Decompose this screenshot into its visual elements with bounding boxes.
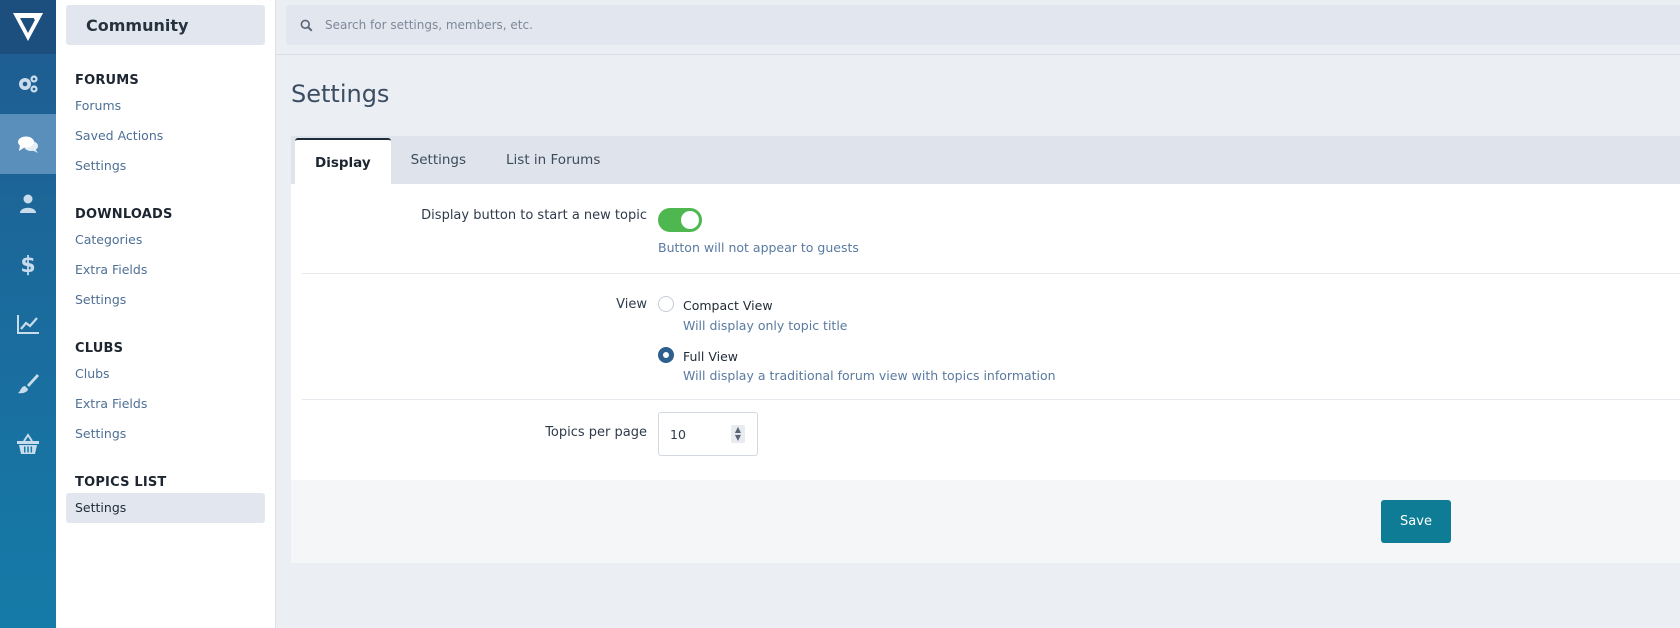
page-title: Settings	[291, 80, 390, 108]
form-row-new-topic: Display button to start a new topic Butt…	[302, 184, 1680, 274]
sidebar-item-forums[interactable]: Forums	[56, 91, 275, 121]
view-label: View	[616, 297, 647, 312]
search-input[interactable]	[325, 18, 925, 32]
gears-icon	[19, 75, 38, 93]
search-icon	[300, 19, 313, 31]
rail-item-marketplace[interactable]	[0, 414, 56, 474]
new-topic-label: Display button to start a new topic	[421, 208, 647, 223]
sidebar-item-club-extra-fields[interactable]: Extra Fields	[56, 389, 275, 419]
rail-item-members[interactable]	[0, 174, 56, 234]
sidebar-item-topics-list-settings[interactable]: Settings	[66, 493, 265, 523]
chevron-down-icon[interactable]: ▼	[735, 434, 741, 442]
full-view-description: Will display a traditional forum view wi…	[683, 368, 1056, 383]
rail-item-community[interactable]	[0, 114, 56, 174]
sidebar-item-club-settings[interactable]: Settings	[56, 419, 275, 449]
form-footer: Save	[291, 480, 1680, 563]
save-button[interactable]: Save	[1381, 500, 1451, 543]
tab-display[interactable]: Display	[295, 138, 391, 184]
basket-icon	[17, 433, 39, 454]
tab-list-in-forums[interactable]: List in Forums	[486, 136, 620, 184]
settings-panel: Display Settings List in Forums Display …	[291, 136, 1680, 563]
sidebar-heading: FORUMS	[75, 73, 139, 88]
new-topic-toggle[interactable]	[658, 208, 702, 232]
sidebar-title: Community	[66, 5, 265, 45]
icon-rail: $	[0, 0, 56, 628]
sidebar-item-download-settings[interactable]: Settings	[56, 285, 275, 315]
rail-item-customization[interactable]	[0, 354, 56, 414]
header-divider	[276, 54, 1680, 55]
compact-view-radio[interactable]	[658, 296, 674, 312]
tab-settings[interactable]: Settings	[391, 136, 486, 184]
sidebar-section-downloads: DOWNLOADS Categories Extra Fields Settin…	[56, 205, 275, 315]
rail-item-system[interactable]	[0, 54, 56, 114]
sidebar-section-clubs: CLUBS Clubs Extra Fields Settings	[56, 339, 275, 449]
chat-bubbles-icon	[18, 136, 38, 153]
sidebar-item-saved-actions[interactable]: Saved Actions	[56, 121, 275, 151]
svg-text:$: $	[20, 253, 35, 276]
per-page-label: Topics per page	[545, 425, 647, 440]
search-bar	[286, 5, 1680, 45]
full-view-radio[interactable]	[658, 347, 674, 363]
sidebar-heading: TOPICS LIST	[75, 475, 167, 490]
chart-line-icon	[17, 315, 39, 334]
user-icon	[20, 194, 36, 213]
sidebar-heading: DOWNLOADS	[75, 207, 173, 222]
sidebar-item-download-extra-fields[interactable]: Extra Fields	[56, 255, 275, 285]
form-row-view: View Compact View Will display only topi…	[302, 274, 1680, 400]
sidebar-heading: CLUBS	[75, 341, 124, 356]
compact-view-description: Will display only topic title	[683, 318, 848, 333]
sidebar-section-topics-list: TOPICS LIST Settings	[56, 473, 275, 523]
sidebar: Community FORUMS Forums Saved Actions Se…	[56, 0, 276, 628]
toggle-knob	[681, 211, 699, 229]
sidebar-item-forum-settings[interactable]: Settings	[56, 151, 275, 181]
full-view-label[interactable]: Full View	[683, 349, 738, 364]
new-topic-description: Button will not appear to guests	[658, 240, 859, 255]
brush-icon	[18, 374, 39, 394]
logo-icon	[13, 13, 43, 41]
app-logo[interactable]	[0, 0, 56, 54]
compact-view-label[interactable]: Compact View	[683, 298, 773, 313]
sidebar-item-clubs[interactable]: Clubs	[56, 359, 275, 389]
form-row-per-page: Topics per page 10 ▲ ▼	[302, 400, 1680, 483]
rail-item-stats[interactable]	[0, 294, 56, 354]
sidebar-item-categories[interactable]: Categories	[56, 225, 275, 255]
sidebar-section-forums: FORUMS Forums Saved Actions Settings	[56, 71, 275, 181]
per-page-value[interactable]: 10	[670, 427, 731, 442]
settings-form: Display button to start a new topic Butt…	[291, 184, 1680, 483]
dollar-icon: $	[20, 253, 35, 276]
quantity-stepper[interactable]: ▲ ▼	[731, 425, 745, 443]
rail-item-commerce[interactable]: $	[0, 234, 56, 294]
per-page-input[interactable]: 10 ▲ ▼	[658, 412, 758, 456]
tab-bar: Display Settings List in Forums	[291, 136, 1680, 184]
